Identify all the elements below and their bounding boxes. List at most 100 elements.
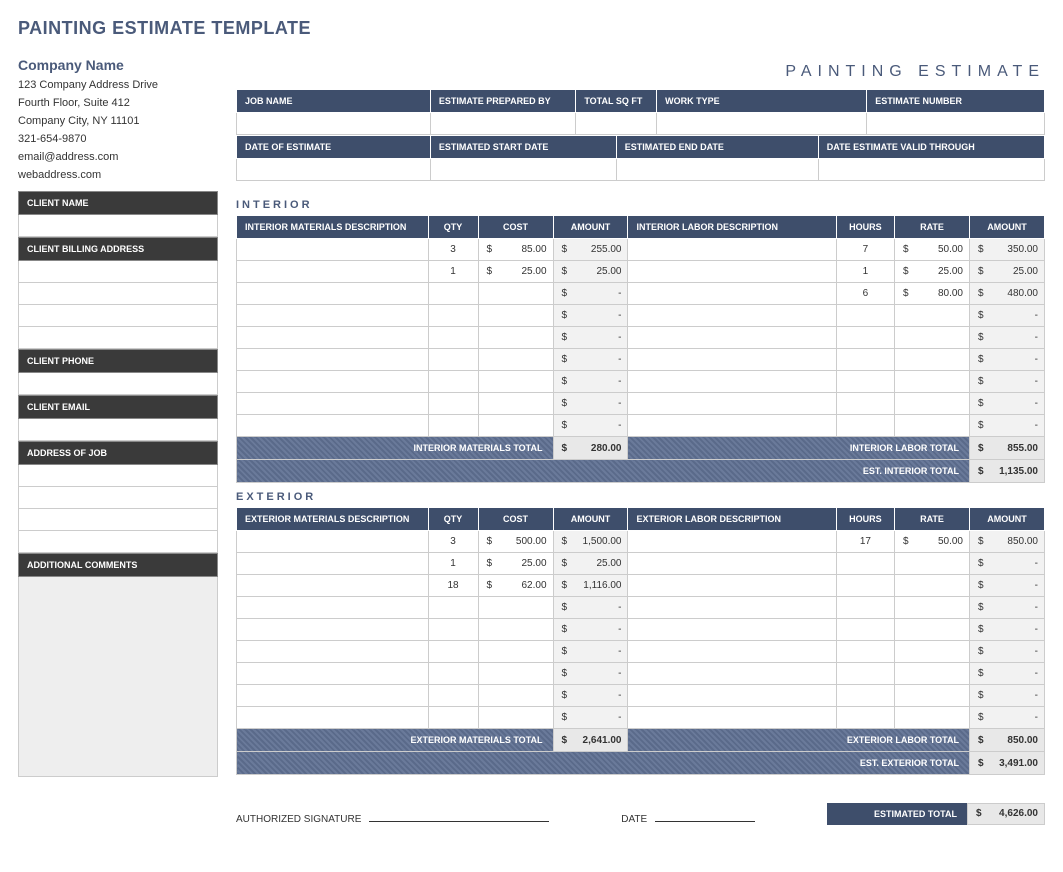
table-cell[interactable] (428, 349, 478, 371)
cost-cell[interactable] (478, 619, 553, 641)
table-cell[interactable] (237, 327, 429, 349)
field-job-addr-1[interactable] (18, 465, 218, 487)
field-client-billing-4[interactable] (18, 327, 218, 349)
table-cell[interactable] (237, 597, 429, 619)
table-cell[interactable] (428, 619, 478, 641)
field-work-type[interactable] (657, 113, 867, 135)
cost-cell[interactable]: $62.00 (478, 575, 553, 597)
table-cell[interactable] (628, 393, 836, 415)
cost-cell[interactable] (895, 641, 970, 663)
table-cell[interactable] (628, 305, 836, 327)
cost-cell[interactable]: $25.00 (478, 553, 553, 575)
table-cell[interactable] (836, 685, 894, 707)
table-cell[interactable] (836, 619, 894, 641)
table-cell[interactable] (628, 327, 836, 349)
cost-cell[interactable] (478, 597, 553, 619)
field-valid-through[interactable] (818, 159, 1044, 181)
table-cell[interactable]: 17 (836, 531, 894, 553)
field-est-start[interactable] (430, 159, 616, 181)
field-job-addr-3[interactable] (18, 509, 218, 531)
table-cell[interactable] (237, 575, 429, 597)
table-cell[interactable]: 3 (428, 531, 478, 553)
table-cell[interactable] (628, 553, 836, 575)
cost-cell[interactable]: $25.00 (895, 261, 970, 283)
table-cell[interactable] (836, 349, 894, 371)
cost-cell[interactable] (478, 415, 553, 437)
cost-cell[interactable] (478, 283, 553, 305)
field-client-name[interactable] (18, 215, 218, 237)
cost-cell[interactable] (895, 663, 970, 685)
cost-cell[interactable]: $80.00 (895, 283, 970, 305)
cost-cell[interactable] (895, 415, 970, 437)
table-cell[interactable] (628, 597, 836, 619)
field-prepared-by[interactable] (430, 113, 575, 135)
table-cell[interactable] (836, 393, 894, 415)
cost-cell[interactable]: $500.00 (478, 531, 553, 553)
cost-cell[interactable] (895, 619, 970, 641)
cost-cell[interactable] (895, 575, 970, 597)
cost-cell[interactable] (478, 349, 553, 371)
cost-cell[interactable] (895, 327, 970, 349)
table-cell[interactable] (836, 575, 894, 597)
table-cell[interactable] (428, 283, 478, 305)
table-cell[interactable] (836, 327, 894, 349)
table-cell[interactable] (628, 619, 836, 641)
cost-cell[interactable] (478, 371, 553, 393)
field-client-billing-2[interactable] (18, 283, 218, 305)
table-cell[interactable]: 1 (428, 553, 478, 575)
table-cell[interactable] (628, 371, 836, 393)
table-cell[interactable] (836, 553, 894, 575)
table-cell[interactable] (237, 283, 429, 305)
cost-cell[interactable]: $50.00 (895, 531, 970, 553)
table-cell[interactable] (836, 371, 894, 393)
cost-cell[interactable]: $25.00 (478, 261, 553, 283)
table-cell[interactable] (428, 371, 478, 393)
field-client-phone[interactable] (18, 373, 218, 395)
table-cell[interactable] (836, 305, 894, 327)
field-total-sqft[interactable] (576, 113, 657, 135)
table-cell[interactable] (628, 261, 836, 283)
table-cell[interactable] (237, 553, 429, 575)
table-cell[interactable] (237, 239, 429, 261)
table-cell[interactable] (628, 707, 836, 729)
table-cell[interactable] (836, 707, 894, 729)
field-job-addr-4[interactable] (18, 531, 218, 553)
cost-cell[interactable] (895, 597, 970, 619)
cost-cell[interactable] (478, 393, 553, 415)
table-cell[interactable]: 3 (428, 239, 478, 261)
table-cell[interactable] (428, 641, 478, 663)
table-cell[interactable] (237, 305, 429, 327)
cost-cell[interactable] (895, 349, 970, 371)
table-cell[interactable] (628, 283, 836, 305)
table-cell[interactable]: 1 (428, 261, 478, 283)
table-cell[interactable] (836, 663, 894, 685)
field-comments[interactable] (18, 577, 218, 777)
cost-cell[interactable] (478, 707, 553, 729)
table-cell[interactable] (428, 597, 478, 619)
table-cell[interactable] (428, 415, 478, 437)
cost-cell[interactable] (895, 371, 970, 393)
cost-cell[interactable] (478, 327, 553, 349)
table-cell[interactable] (628, 575, 836, 597)
table-cell[interactable] (237, 415, 429, 437)
cost-cell[interactable] (478, 663, 553, 685)
table-cell[interactable]: 6 (836, 283, 894, 305)
field-est-end[interactable] (616, 159, 818, 181)
table-cell[interactable] (237, 393, 429, 415)
table-cell[interactable]: 18 (428, 575, 478, 597)
table-cell[interactable] (237, 619, 429, 641)
cost-cell[interactable] (895, 305, 970, 327)
table-cell[interactable] (428, 305, 478, 327)
field-client-email[interactable] (18, 419, 218, 441)
field-job-addr-2[interactable] (18, 487, 218, 509)
table-cell[interactable] (628, 641, 836, 663)
table-cell[interactable] (428, 663, 478, 685)
table-cell[interactable] (237, 531, 429, 553)
table-cell[interactable] (628, 349, 836, 371)
cost-cell[interactable] (895, 553, 970, 575)
field-client-billing-3[interactable] (18, 305, 218, 327)
cost-cell[interactable] (478, 305, 553, 327)
table-cell[interactable] (237, 663, 429, 685)
table-cell[interactable] (237, 349, 429, 371)
table-cell[interactable] (428, 327, 478, 349)
